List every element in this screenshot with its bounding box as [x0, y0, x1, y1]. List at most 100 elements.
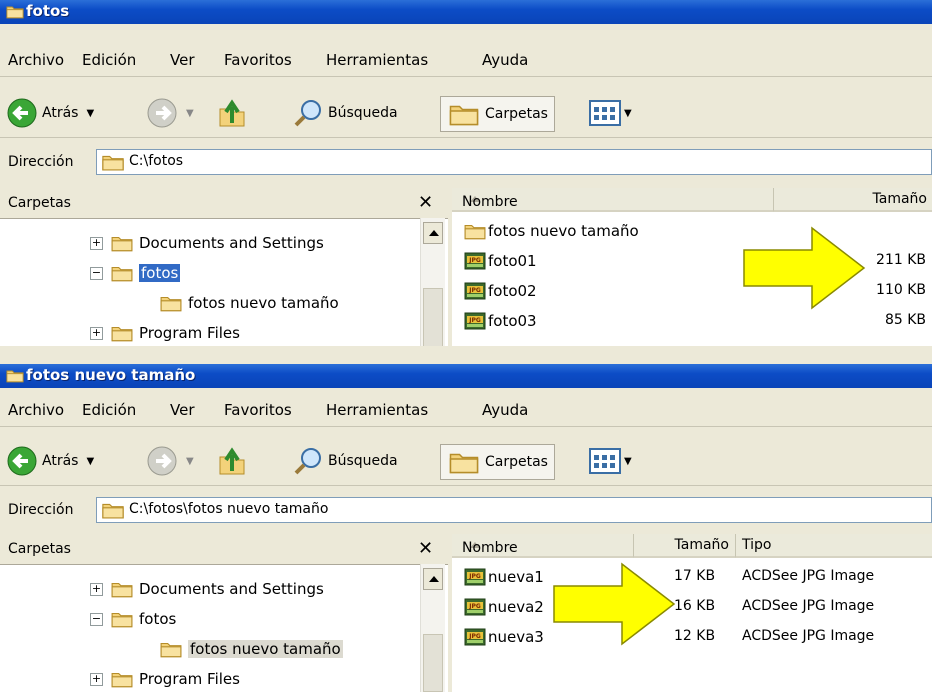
window-title: fotos [26, 2, 70, 20]
up-folder-icon [219, 447, 245, 475]
column-size-label: Tamaño [674, 537, 729, 553]
list-item[interactable]: nueva2 16 KB ACDSee JPG Image [460, 594, 930, 622]
file-name: nueva3 [488, 628, 544, 646]
tree-item-program-files[interactable]: + Program Files [90, 320, 240, 346]
menu-ver[interactable]: Ver [170, 401, 195, 419]
vertical-scrollbar[interactable] [420, 564, 445, 692]
tree-item-program-files[interactable]: + Program Files [90, 666, 240, 692]
expand-icon[interactable]: + [90, 672, 103, 686]
column-header-name[interactable]: Nombre [452, 188, 774, 212]
forward-button[interactable]: ▼ [146, 96, 194, 130]
tree-item-fotos[interactable]: − fotos [90, 606, 176, 632]
column-name-label: Nombre [462, 540, 518, 556]
folders-pane-title: Carpetas [8, 541, 71, 557]
dropdown-arrow-icon[interactable]: ▼ [624, 456, 632, 467]
toolbar: Atrás ▼ ▼ Búsqueda Carpetas ▼ [0, 91, 932, 138]
tree-item-fotos-nuevo-tamano[interactable]: fotos nuevo tamaño [160, 636, 343, 662]
views-button[interactable]: ▼ [588, 444, 632, 478]
folder-icon [101, 153, 125, 171]
scroll-up-icon[interactable] [423, 568, 443, 590]
column-header-name[interactable]: Nombre [452, 534, 634, 558]
list-item[interactable]: nueva1 17 KB ACDSee JPG Image [460, 564, 930, 592]
scroll-up-icon[interactable] [423, 222, 443, 244]
folder-icon [111, 670, 133, 688]
file-name: foto01 [488, 252, 537, 270]
dropdown-arrow-icon[interactable]: ▼ [86, 108, 94, 119]
column-header-type[interactable]: Tipo [736, 534, 932, 558]
folders-pane-title: Carpetas [8, 195, 71, 211]
menu-herramientas[interactable]: Herramientas [326, 401, 428, 419]
dropdown-arrow-icon[interactable]: ▼ [624, 108, 632, 119]
dropdown-arrow-icon[interactable]: ▼ [186, 108, 194, 119]
menu-ayuda[interactable]: Ayuda [482, 401, 528, 419]
address-input[interactable]: C:\fotos [96, 149, 932, 175]
menu-archivo[interactable]: Archivo [8, 51, 64, 69]
expand-icon[interactable]: + [90, 326, 103, 340]
scroll-thumb[interactable] [423, 634, 443, 692]
window-title: fotos nuevo tamaño [26, 366, 196, 384]
tree-item-label: fotos nuevo tamaño [188, 294, 339, 312]
folder-icon [111, 610, 133, 628]
menu-favoritos[interactable]: Favoritos [224, 401, 292, 419]
up-folder-button[interactable] [216, 96, 248, 130]
close-icon[interactable]: ✕ [418, 192, 433, 213]
tree-item-label: fotos [139, 264, 181, 282]
tree-item-fotos-nuevo-tamano[interactable]: fotos nuevo tamaño [160, 290, 339, 316]
up-folder-button[interactable] [216, 444, 248, 478]
title-bar[interactable]: fotos nuevo tamaño [0, 364, 932, 388]
jpg-icon [464, 252, 486, 270]
menu-herramientas[interactable]: Herramientas [326, 51, 428, 69]
list-item[interactable]: foto03 85 KB [460, 308, 930, 336]
folders-button[interactable]: Carpetas [440, 444, 555, 480]
folders-icon [449, 453, 479, 474]
yellow-arrow-annotation [553, 562, 676, 646]
views-button[interactable]: ▼ [588, 96, 632, 130]
collapse-icon[interactable]: − [90, 266, 103, 280]
folders-pane-header: Carpetas ✕ [0, 534, 448, 565]
file-size: 12 KB [674, 628, 716, 644]
dropdown-arrow-icon[interactable]: ▼ [86, 456, 94, 467]
close-icon[interactable]: ✕ [418, 538, 433, 559]
menu-ver[interactable]: Ver [170, 51, 195, 69]
address-input[interactable]: C:\fotos\fotos nuevo tamaño [96, 497, 932, 523]
menu-archivo[interactable]: Archivo [8, 401, 64, 419]
vertical-scrollbar[interactable] [420, 218, 445, 346]
explorer-window-fotos-nuevo-tamano: fotos nuevo tamaño Archivo Edición Ver F… [0, 364, 932, 692]
file-list: Nombre Tamaño Tipo nueva1 17 KB ACDSee J… [452, 534, 932, 692]
search-label: Búsqueda [328, 105, 398, 121]
menu-favoritos[interactable]: Favoritos [224, 51, 292, 69]
tree-item-label: fotos [139, 610, 177, 628]
tree-item-label: fotos nuevo tamaño [188, 640, 343, 658]
list-item[interactable]: nueva3 12 KB ACDSee JPG Image [460, 624, 930, 652]
scroll-thumb[interactable] [423, 288, 443, 346]
menu-edicion[interactable]: Edición [82, 401, 136, 419]
expand-icon[interactable]: + [90, 236, 103, 250]
dropdown-arrow-icon[interactable]: ▼ [186, 456, 194, 467]
forward-button[interactable]: ▼ [146, 444, 194, 478]
column-header-size[interactable]: Tamaño [774, 188, 932, 212]
menu-ayuda[interactable]: Ayuda [482, 51, 528, 69]
column-header-size[interactable]: Tamaño [634, 534, 736, 558]
search-button[interactable]: Búsqueda [292, 444, 398, 478]
folder-icon [160, 294, 182, 312]
file-type: ACDSee JPG Image [742, 568, 875, 584]
expand-icon[interactable]: + [90, 582, 103, 596]
search-button[interactable]: Búsqueda [292, 96, 398, 130]
back-button[interactable]: Atrás ▼ [6, 444, 94, 478]
collapse-icon[interactable]: − [90, 612, 103, 626]
folder-icon [101, 501, 125, 519]
menu-edicion[interactable]: Edición [82, 51, 136, 69]
explorer-window-fotos: fotos Archivo Edición Ver Favoritos Herr… [0, 0, 932, 346]
folders-button[interactable]: Carpetas [440, 96, 555, 132]
tree-item-fotos[interactable]: − fotos [90, 260, 181, 286]
title-bar[interactable]: fotos [0, 0, 932, 24]
jpg-icon [464, 312, 486, 330]
jpg-icon [464, 282, 486, 300]
tree-item-documents-and-settings[interactable]: + Documents and Settings [90, 576, 324, 602]
folder-icon [464, 222, 486, 240]
folder-icon [6, 4, 24, 19]
back-button[interactable]: Atrás ▼ [6, 96, 94, 130]
tree-item-documents-and-settings[interactable]: + Documents and Settings [90, 230, 324, 256]
file-name: fotos nuevo tamaño [488, 222, 639, 240]
back-label: Atrás [42, 105, 79, 121]
